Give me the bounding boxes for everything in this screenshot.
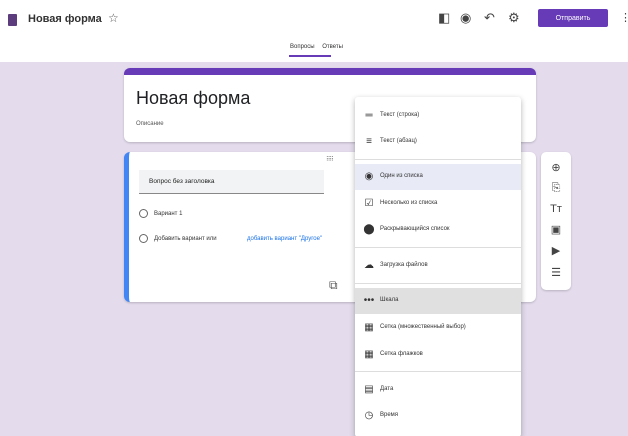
question-title: Вопрос без заголовка	[149, 178, 215, 185]
preview-icon[interactable]: ◉	[460, 11, 471, 25]
import-questions-icon[interactable]: ⎘	[541, 182, 571, 194]
dropdown-circle-icon: ⬤	[363, 224, 375, 235]
doc-title[interactable]: Новая форма	[28, 13, 102, 25]
checkbox-grid-icon: ▦	[364, 349, 374, 360]
tab-questions[interactable]: Вопросы	[290, 44, 315, 50]
add-section-icon[interactable]: ☰	[541, 267, 571, 279]
top-bar: Новая форма ☆ ◧ ◉ ↶ ⚙ Отправить ⋮ Вопрос…	[0, 0, 628, 62]
paragraph-icon: ≡	[366, 136, 372, 147]
menu-item-checkbox-grid[interactable]: ▦ Сетка флажков	[355, 342, 521, 368]
menu-item-mc-grid[interactable]: ▦ Сетка (множественный выбор)	[355, 315, 521, 341]
menu-divider	[355, 283, 521, 284]
add-question-icon[interactable]: ⊕	[541, 162, 571, 174]
drag-handle-icon[interactable]: ⠿⠿	[326, 156, 334, 163]
question-type-menu: ═ Текст (строка) ≡ Текст (абзац) ◉ Один …	[355, 97, 521, 436]
radio-icon	[139, 209, 148, 218]
tab-answers[interactable]: Ответы	[322, 44, 343, 50]
add-image-icon[interactable]: ▣	[541, 224, 571, 236]
add-video-icon[interactable]: ▶	[541, 245, 571, 257]
send-button[interactable]: Отправить	[538, 9, 608, 27]
radio-checked-icon: ◉	[364, 171, 374, 182]
tabs: Вопросы Ответы	[290, 44, 349, 50]
option-1-label[interactable]: Вариант 1	[154, 211, 182, 217]
copy-icon[interactable]: ⧉	[329, 278, 338, 293]
linear-scale-icon: •••	[363, 295, 375, 306]
undo-icon[interactable]: ↶	[484, 11, 495, 25]
menu-divider	[355, 371, 521, 372]
forms-logo-icon	[8, 14, 17, 26]
add-title-icon[interactable]: Tт	[541, 203, 571, 215]
active-tab-indicator	[289, 55, 331, 57]
menu-divider	[355, 159, 521, 160]
menu-item-linear-scale[interactable]: ••• Шкала	[355, 288, 521, 314]
settings-icon[interactable]: ⚙	[508, 11, 520, 25]
more-options-icon[interactable]: ⋮	[620, 11, 628, 24]
menu-divider	[355, 247, 521, 248]
question-title-field[interactable]: Вопрос без заголовка	[139, 170, 324, 194]
clock-icon: ◷	[364, 410, 374, 421]
menu-item-short-text[interactable]: ═ Текст (строка)	[355, 103, 521, 129]
cloud-upload-icon: ☁	[364, 260, 374, 271]
calendar-icon: ▤	[364, 384, 374, 395]
menu-item-time[interactable]: ◷ Время	[355, 403, 521, 429]
add-option-link[interactable]: Добавить вариант или	[154, 236, 217, 242]
radio-icon	[139, 234, 148, 243]
form-description[interactable]: Описание	[136, 121, 164, 127]
short-text-icon: ═	[365, 110, 373, 121]
grid-icon: ▦	[364, 322, 374, 333]
form-title[interactable]: Новая форма	[136, 88, 250, 109]
menu-item-paragraph[interactable]: ≡ Текст (абзац)	[355, 129, 521, 155]
menu-item-multiple-choice[interactable]: ◉ Один из списка	[355, 164, 521, 190]
palette-icon[interactable]: ◧	[438, 11, 450, 25]
menu-item-date[interactable]: ▤ Дата	[355, 377, 521, 403]
star-icon[interactable]: ☆	[108, 11, 119, 25]
floating-toolbar: ⊕ ⎘ Tт ▣ ▶ ☰	[541, 152, 571, 290]
menu-item-checkboxes[interactable]: ☑ Несколько из списка	[355, 191, 521, 217]
add-other-link[interactable]: добавить вариант "Другое"	[247, 236, 322, 242]
menu-item-file-upload[interactable]: ☁ Загрузка файлов	[355, 253, 521, 279]
checkbox-icon: ☑	[364, 198, 374, 209]
menu-item-dropdown[interactable]: ⬤ Раскрывающийся список	[355, 217, 521, 243]
